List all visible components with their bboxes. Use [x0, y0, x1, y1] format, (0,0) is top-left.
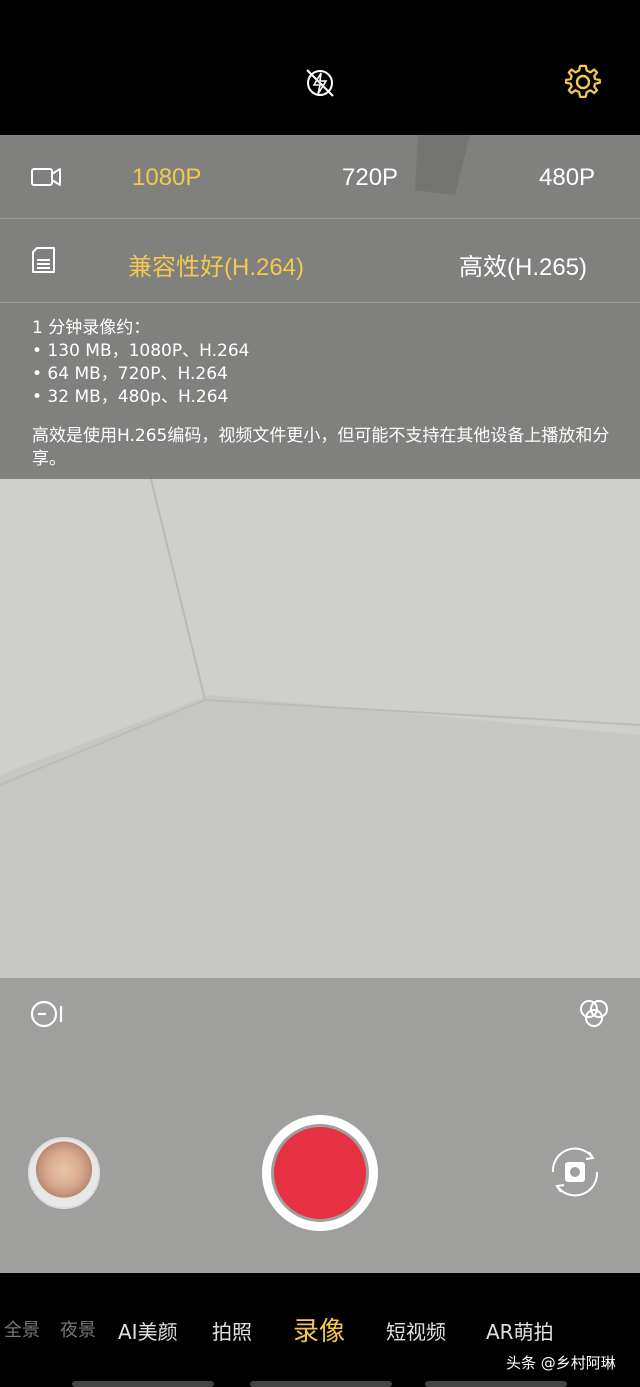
mode-photo[interactable]: 拍照	[212, 1316, 252, 1345]
mode-panorama-partial[interactable]: 全景	[4, 1316, 40, 1342]
codec-h265[interactable]: 高效(H.265)	[459, 247, 587, 282]
timelapse-icon[interactable]	[28, 998, 64, 1030]
info-note: 高效是使用H.265编码，视频文件更小，但可能不支持在其他设备上播放和分享。	[32, 426, 610, 469]
record-button[interactable]	[262, 1115, 378, 1231]
camera-viewfinder[interactable]: 1080P 720P 480P 兼容性好(H.264) 高效(H.265) 1 …	[0, 135, 640, 978]
mode-ai-beauty[interactable]: AI美颜	[118, 1316, 178, 1345]
resolution-720p[interactable]: 720P	[342, 164, 398, 192]
resolution-1080p[interactable]: 1080P	[132, 164, 201, 192]
flash-auto-off-icon[interactable]	[303, 67, 337, 99]
resolution-row: 1080P 720P 480P	[0, 135, 640, 219]
codec-row: 兼容性好(H.264) 高效(H.265)	[0, 219, 640, 303]
recording-size-info: 1 分钟录像约： • 130 MB，1080P、H.264 • 64 MB，72…	[32, 317, 612, 471]
mode-night[interactable]: 夜景	[60, 1316, 96, 1342]
top-bar	[0, 0, 640, 135]
mode-short-video[interactable]: 短视频	[386, 1316, 446, 1345]
info-item: • 130 MB，1080P、H.264	[32, 341, 250, 361]
video-camera-icon	[31, 168, 61, 186]
watermark: 头条 @乡村阿琳	[506, 1354, 616, 1372]
gallery-thumbnail[interactable]	[28, 1137, 100, 1209]
video-settings-panel: 1080P 720P 480P 兼容性好(H.264) 高效(H.265) 1 …	[0, 135, 640, 479]
gear-icon[interactable]	[565, 64, 601, 100]
filter-circles-icon[interactable]	[576, 996, 612, 1032]
home-indicator	[72, 1381, 214, 1387]
resolution-480p[interactable]: 480P	[539, 164, 595, 192]
mode-video[interactable]: 录像	[293, 1311, 345, 1348]
switch-camera-icon[interactable]	[543, 1140, 607, 1204]
sd-card-icon	[32, 247, 55, 273]
info-heading: 1 分钟录像约：	[32, 318, 151, 338]
mode-ar[interactable]: AR萌拍	[486, 1316, 554, 1345]
info-item: • 32 MB，480p、H.264	[32, 387, 229, 407]
codec-h264[interactable]: 兼容性好(H.264)	[128, 247, 304, 282]
home-indicator	[250, 1381, 392, 1387]
home-indicator	[425, 1381, 567, 1387]
info-item: • 64 MB，720P、H.264	[32, 364, 228, 384]
record-button-core	[271, 1124, 369, 1222]
